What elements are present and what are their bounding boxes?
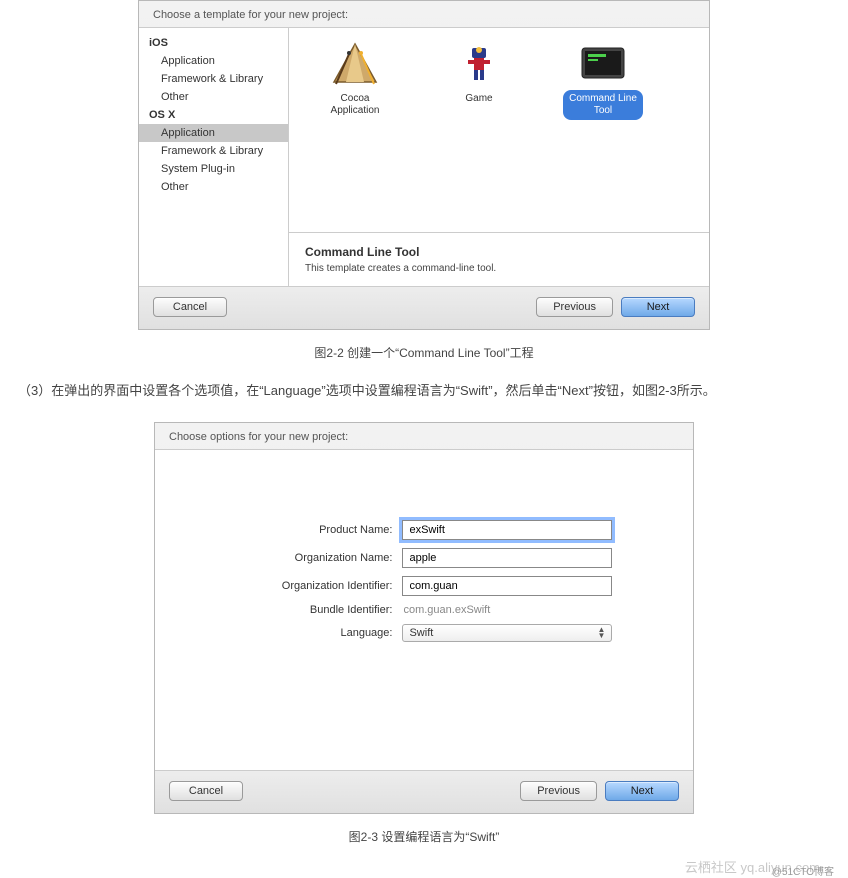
row-bundle-identifier: Bundle Identifier: com.guan.exSwift bbox=[155, 604, 693, 616]
game-icon bbox=[451, 42, 507, 86]
row-language: Language: Swift ▲▼ bbox=[155, 624, 693, 642]
row-organization-identifier: Organization Identifier: bbox=[155, 576, 693, 596]
input-product-name[interactable] bbox=[402, 520, 612, 540]
sidebar-item-osx-framework[interactable]: Framework & Library bbox=[139, 142, 288, 160]
select-arrows-icon: ▲▼ bbox=[598, 627, 606, 639]
template-label: Cocoa Application bbox=[325, 90, 386, 120]
previous-button[interactable]: Previous bbox=[520, 781, 597, 801]
templates-panel: Cocoa Application Game Command Line Tool… bbox=[289, 28, 709, 286]
figure-caption-1: 图2-2 创建一个“Command Line Tool”工程 bbox=[0, 344, 848, 361]
dialog-footer: Cancel Previous Next bbox=[155, 771, 693, 813]
label-language: Language: bbox=[155, 627, 402, 639]
label-product-name: Product Name: bbox=[155, 524, 402, 536]
sidebar-item-osx-plugin[interactable]: System Plug-in bbox=[139, 160, 288, 178]
dialog-footer: Cancel Previous Next bbox=[139, 287, 709, 329]
label-organization-identifier: Organization Identifier: bbox=[155, 580, 402, 592]
value-bundle-identifier: com.guan.exSwift bbox=[402, 604, 490, 616]
template-desc-title: Command Line Tool bbox=[305, 245, 693, 259]
sidebar-group-ios: iOS bbox=[139, 34, 288, 52]
template-cocoa-application[interactable]: Cocoa Application bbox=[309, 42, 401, 120]
cocoa-application-icon bbox=[327, 42, 383, 86]
options-body: Product Name: Organization Name: Organiz… bbox=[155, 449, 693, 771]
previous-button[interactable]: Previous bbox=[536, 297, 613, 317]
dialog-header: Choose a template for your new project: bbox=[139, 1, 709, 27]
cancel-button[interactable]: Cancel bbox=[153, 297, 227, 317]
watermark: 云栖社区 yq.aliyun.com @51CTO博客 bbox=[0, 857, 848, 876]
template-sidebar: iOS Application Framework & Library Othe… bbox=[139, 28, 289, 286]
template-grid: Cocoa Application Game Command Line Tool bbox=[289, 28, 709, 232]
sidebar-item-ios-framework[interactable]: Framework & Library bbox=[139, 70, 288, 88]
next-button[interactable]: Next bbox=[621, 297, 695, 317]
sidebar-item-osx-application[interactable]: Application bbox=[139, 124, 288, 142]
project-options-dialog: Choose options for your new project: Pro… bbox=[154, 422, 694, 814]
row-organization-name: Organization Name: bbox=[155, 548, 693, 568]
label-organization-name: Organization Name: bbox=[155, 552, 402, 564]
watermark-secondary: @51CTO博客 bbox=[772, 863, 834, 878]
sidebar-item-ios-application[interactable]: Application bbox=[139, 52, 288, 70]
input-organization-identifier[interactable] bbox=[402, 576, 612, 596]
cancel-button[interactable]: Cancel bbox=[169, 781, 243, 801]
sidebar-item-osx-other[interactable]: Other bbox=[139, 178, 288, 196]
template-label: Command Line Tool bbox=[563, 90, 643, 120]
template-label: Game bbox=[459, 90, 498, 108]
select-language[interactable]: Swift ▲▼ bbox=[402, 624, 612, 642]
template-desc-text: This template creates a command-line too… bbox=[305, 263, 693, 274]
figure-caption-2: 图2-3 设置编程语言为“Swift” bbox=[0, 828, 848, 845]
select-language-value: Swift bbox=[409, 627, 433, 639]
sidebar-group-osx: OS X bbox=[139, 106, 288, 124]
dialog-body: iOS Application Framework & Library Othe… bbox=[139, 27, 709, 287]
next-button[interactable]: Next bbox=[605, 781, 679, 801]
row-product-name: Product Name: bbox=[155, 520, 693, 540]
label-bundle-identifier: Bundle Identifier: bbox=[155, 604, 402, 616]
template-description: Command Line Tool This template creates … bbox=[289, 232, 709, 286]
sidebar-item-ios-other[interactable]: Other bbox=[139, 88, 288, 106]
command-line-tool-icon bbox=[575, 42, 631, 86]
instruction-text: （3）在弹出的界面中设置各个选项值，在“Language”选项中设置编程语言为“… bbox=[0, 379, 848, 402]
dialog-header: Choose options for your new project: bbox=[155, 423, 693, 449]
template-game[interactable]: Game bbox=[433, 42, 525, 108]
input-organization-name[interactable] bbox=[402, 548, 612, 568]
template-chooser-dialog: Choose a template for your new project: … bbox=[138, 0, 710, 330]
template-command-line-tool[interactable]: Command Line Tool bbox=[557, 42, 649, 120]
